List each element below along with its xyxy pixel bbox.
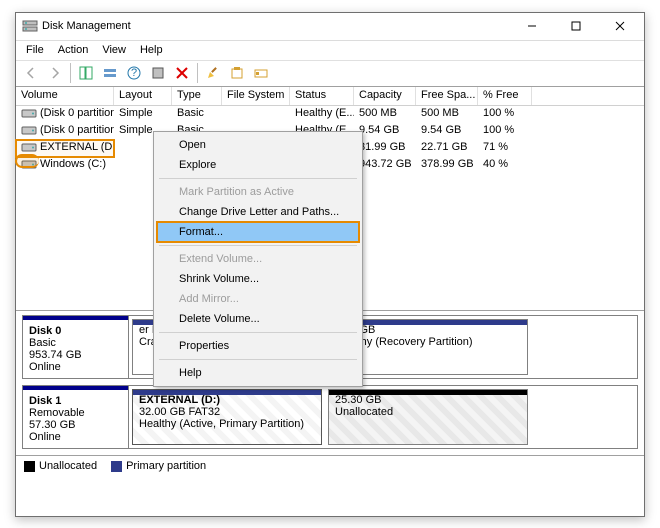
col-pctfree[interactable]: % Free bbox=[478, 87, 532, 105]
legend: Unallocated Primary partition bbox=[16, 455, 644, 477]
app-icon bbox=[22, 18, 38, 34]
drive-icon bbox=[21, 107, 37, 119]
disk-name: Disk 0 bbox=[29, 325, 122, 337]
legend-primary: Primary partition bbox=[111, 460, 206, 472]
col-type[interactable]: Type bbox=[172, 87, 222, 105]
col-fs[interactable]: File System bbox=[222, 87, 290, 105]
col-free[interactable]: Free Spa... bbox=[416, 87, 478, 105]
disk-size: 953.74 GB bbox=[29, 349, 122, 361]
window-title: Disk Management bbox=[42, 20, 510, 32]
context-menu: OpenExplore Mark Partition as ActiveChang… bbox=[153, 131, 363, 387]
menu-item-explore[interactable]: Explore bbox=[157, 155, 359, 175]
menu-file[interactable]: File bbox=[20, 42, 50, 58]
back-button bbox=[20, 62, 42, 84]
menubar: File Action View Help bbox=[16, 41, 644, 61]
settings-button[interactable] bbox=[99, 62, 121, 84]
separator bbox=[197, 63, 198, 83]
menu-help[interactable]: Help bbox=[134, 42, 169, 58]
action3-button[interactable] bbox=[226, 62, 248, 84]
minimize-button[interactable] bbox=[510, 12, 554, 40]
menu-item-add-mirror: Add Mirror... bbox=[157, 289, 359, 309]
disk-status: Online bbox=[29, 361, 122, 373]
legend-unalloc: Unallocated bbox=[24, 460, 97, 472]
disk-0-header[interactable]: Disk 0 Basic 953.74 GB Online bbox=[23, 316, 129, 378]
disk-status: Online bbox=[29, 431, 122, 443]
menu-separator bbox=[159, 332, 357, 333]
col-volume[interactable]: Volume bbox=[16, 87, 114, 105]
delete-button[interactable] bbox=[171, 62, 193, 84]
disk-type: Basic bbox=[29, 337, 122, 349]
highlight-marker bbox=[15, 154, 39, 168]
toolbar: ? bbox=[16, 61, 644, 87]
menu-separator bbox=[159, 178, 357, 179]
partition[interactable]: EXTERNAL (D:)32.00 GB FAT32Healthy (Acti… bbox=[132, 389, 322, 445]
drive-icon bbox=[21, 124, 37, 136]
col-layout[interactable]: Layout bbox=[114, 87, 172, 105]
menu-item-extend-volume: Extend Volume... bbox=[157, 249, 359, 269]
col-status[interactable]: Status bbox=[290, 87, 354, 105]
menu-item-mark-partition-as-active: Mark Partition as Active bbox=[157, 182, 359, 202]
maximize-button[interactable] bbox=[554, 12, 598, 40]
close-button[interactable] bbox=[598, 12, 642, 40]
col-capacity[interactable]: Capacity bbox=[354, 87, 416, 105]
partition[interactable]: 25.30 GBUnallocated bbox=[328, 389, 528, 445]
drive-icon bbox=[21, 141, 37, 153]
disk-name: Disk 1 bbox=[29, 395, 122, 407]
action2-button[interactable] bbox=[202, 62, 224, 84]
svg-text:?: ? bbox=[131, 67, 137, 79]
menu-item-shrink-volume[interactable]: Shrink Volume... bbox=[157, 269, 359, 289]
action1-button[interactable] bbox=[147, 62, 169, 84]
menu-item-change-drive-letter-and-paths[interactable]: Change Drive Letter and Paths... bbox=[157, 202, 359, 222]
disk-1-header[interactable]: Disk 1 Removable 57.30 GB Online bbox=[23, 386, 129, 448]
menu-item-format[interactable]: Format... bbox=[157, 222, 359, 242]
disk-size: 57.30 GB bbox=[29, 419, 122, 431]
separator bbox=[70, 63, 71, 83]
menu-action[interactable]: Action bbox=[52, 42, 95, 58]
help-button[interactable]: ? bbox=[123, 62, 145, 84]
disk-type: Removable bbox=[29, 407, 122, 419]
forward-button bbox=[44, 62, 66, 84]
action4-button[interactable] bbox=[250, 62, 272, 84]
table-row[interactable]: (Disk 0 partition 1)SimpleBasicHealthy (… bbox=[16, 106, 644, 123]
menu-item-delete-volume[interactable]: Delete Volume... bbox=[157, 309, 359, 329]
refresh-button[interactable] bbox=[75, 62, 97, 84]
window: Disk Management File Action View Help ? … bbox=[15, 12, 645, 517]
menu-item-help[interactable]: Help bbox=[157, 363, 359, 383]
menu-separator bbox=[159, 245, 357, 246]
menu-item-properties[interactable]: Properties bbox=[157, 336, 359, 356]
disk-1-row: Disk 1 Removable 57.30 GB Online EXTERNA… bbox=[22, 385, 638, 449]
menu-view[interactable]: View bbox=[96, 42, 132, 58]
menu-item-open[interactable]: Open bbox=[157, 135, 359, 155]
table-header: Volume Layout Type File System Status Ca… bbox=[16, 87, 644, 106]
menu-separator bbox=[159, 359, 357, 360]
titlebar: Disk Management bbox=[16, 13, 644, 41]
